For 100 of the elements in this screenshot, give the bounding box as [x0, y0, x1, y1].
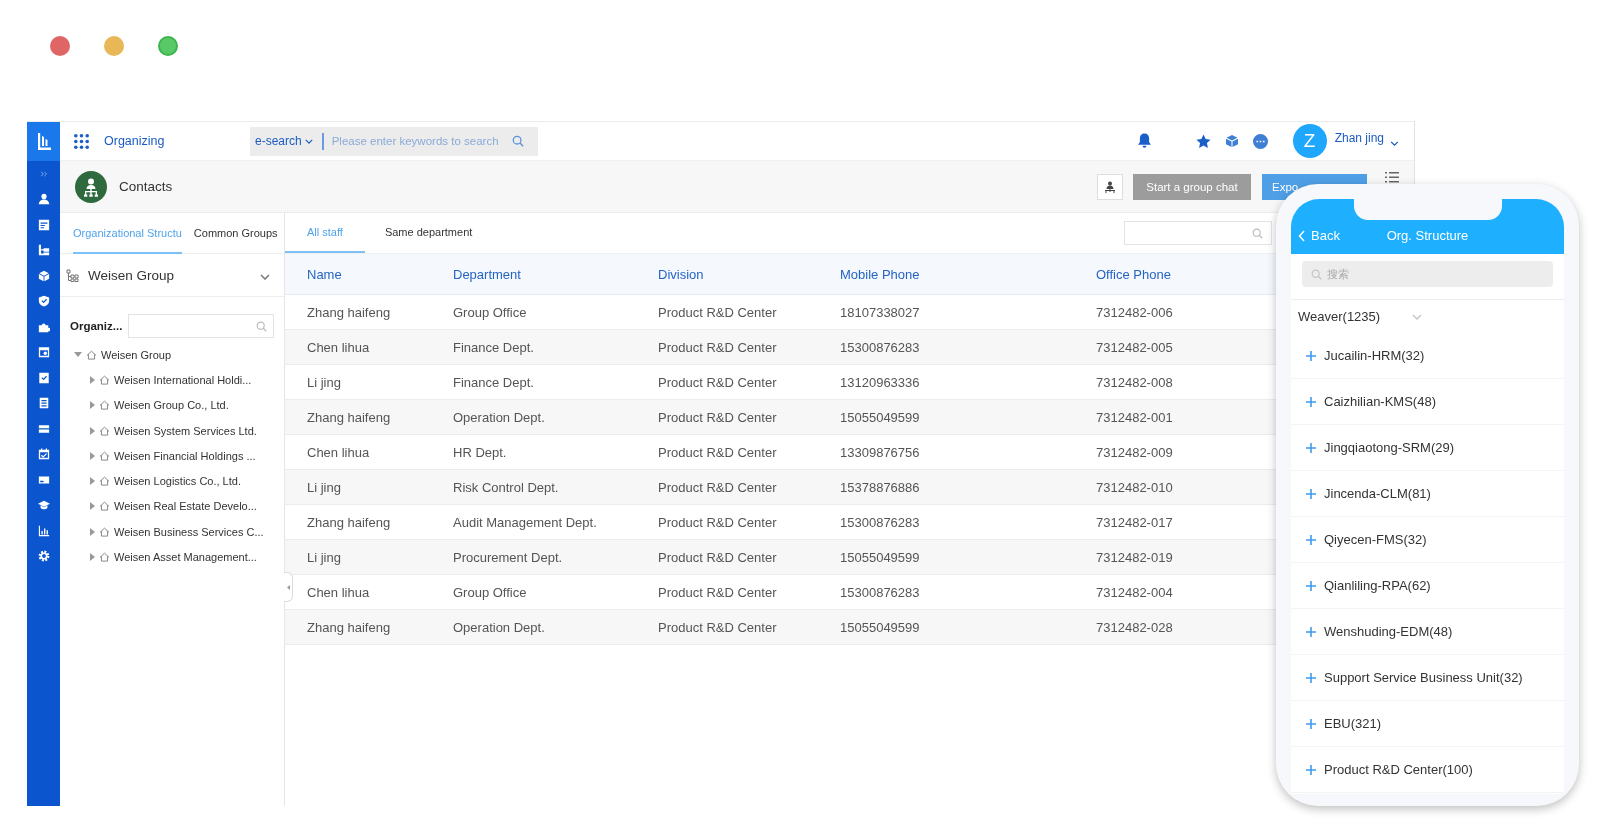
chevron-down-icon [304, 138, 313, 144]
table-cell: Product R&D Center [658, 409, 777, 425]
plus-icon [1306, 488, 1316, 499]
document-icon[interactable] [37, 397, 50, 410]
table-cell: Product R&D Center [658, 304, 777, 320]
house-icon [99, 476, 110, 487]
tree-item[interactable]: Weisen System Services Ltd. [90, 417, 284, 444]
plus-icon [1306, 718, 1316, 729]
tree-item[interactable]: Weisen Asset Management... [90, 544, 284, 570]
person-button[interactable] [1097, 173, 1123, 200]
search-bar[interactable]: e-search Please enter keywords to search [250, 126, 538, 156]
search-icon[interactable] [512, 135, 524, 147]
cube-icon[interactable] [37, 269, 50, 282]
search-field[interactable] [128, 314, 274, 338]
cube-icon[interactable] [1224, 134, 1239, 148]
search-input[interactable]: 搜索 [1327, 268, 1544, 280]
org-list-item[interactable]: Product R&D Center(100) [1291, 747, 1564, 793]
caret-right-icon[interactable] [90, 527, 95, 536]
window-close-icon[interactable] [50, 36, 70, 56]
user-name[interactable]: Zhan jing [1334, 131, 1384, 145]
table-cell: Procurement Dept. [453, 549, 563, 565]
tree-item[interactable]: Weisen Group [74, 342, 284, 368]
org-list-item[interactable]: Support Service Business Unit(32) [1291, 655, 1564, 701]
table-cell: Zhang haifeng [307, 619, 391, 635]
table-cell: 7312482-004 [1096, 584, 1173, 600]
star-icon[interactable] [1195, 133, 1211, 149]
screen-title: Org. Structure [1386, 228, 1469, 243]
table-cell: Zhang haifeng [307, 514, 391, 530]
org-list-item[interactable]: Jucailin-HRM(32) [1291, 333, 1564, 379]
caret-right-icon[interactable] [90, 401, 95, 410]
caret-right-icon[interactable] [90, 553, 95, 561]
caret-right-icon[interactable] [90, 451, 95, 460]
card-icon[interactable] [37, 422, 50, 435]
double-chevron-icon[interactable] [38, 168, 49, 179]
checklist-icon[interactable] [37, 371, 50, 384]
caret-right-icon[interactable] [90, 375, 95, 384]
tree-item[interactable]: Weisen Business Services C... [90, 519, 284, 545]
house-icon [86, 349, 97, 360]
tree-item[interactable]: Weisen Financial Holdings ... [90, 443, 284, 469]
org-list-item[interactable]: Wenshuding-EDM(48) [1291, 609, 1564, 655]
column-header: Office Phone [1096, 266, 1171, 282]
shield-icon[interactable] [37, 295, 50, 308]
org-list-item[interactable]: Jincenda-CLM(81) [1291, 471, 1564, 517]
window-maximize-icon[interactable] [158, 36, 178, 56]
tree-item[interactable]: Weisen Real Estate Develo... [90, 493, 284, 520]
caret-right-icon[interactable] [90, 477, 95, 486]
table-cell: Finance Dept. [453, 374, 534, 390]
person-icon [1104, 180, 1116, 193]
tree-item[interactable]: Weisen Logistics Co., Ltd. [90, 468, 284, 494]
table-cell: 7312482-005 [1096, 339, 1173, 355]
table-cell: Chen lihua [307, 584, 370, 600]
panel-tab[interactable]: Common Groups [193, 213, 278, 254]
graduation-cap-icon[interactable] [37, 499, 50, 512]
caret-down-icon[interactable] [74, 352, 82, 358]
caret-right-icon[interactable] [90, 502, 95, 511]
caret-right-icon[interactable] [90, 426, 95, 435]
search-scope-dropdown[interactable]: e-search [255, 134, 313, 148]
org-list-item[interactable]: Caizhilian-KMS(48) [1291, 379, 1564, 425]
org-root-item[interactable]: Weaver(1235) [1291, 300, 1564, 333]
table-cell: Operation Dept. [453, 619, 545, 635]
person-icon[interactable] [37, 193, 50, 206]
collapse-handle[interactable] [284, 572, 293, 602]
org-list-item[interactable]: Qianliling-RPA(62) [1291, 563, 1564, 609]
settings-icon[interactable] [37, 550, 50, 563]
bar-chart-icon[interactable] [37, 524, 50, 537]
table-cell: 7312482-008 [1096, 374, 1173, 390]
table-cell: 15300876283 [840, 339, 920, 355]
column-header: Division [658, 266, 704, 282]
apps-grid-icon[interactable] [74, 133, 89, 149]
form-icon[interactable] [37, 218, 50, 231]
table-cell: Finance Dept. [453, 339, 534, 355]
org-chart-icon[interactable] [37, 244, 50, 257]
house-icon [99, 552, 110, 562]
calendar-icon[interactable] [37, 346, 50, 359]
table-cell: 7312482-017 [1096, 514, 1173, 530]
org-list-item[interactable]: Jingqiaotong-SRM(29) [1291, 425, 1564, 471]
table-cell: Product R&D Center [658, 549, 777, 565]
chevron-down-icon [260, 273, 270, 280]
org-list-item[interactable]: EBU(321) [1291, 701, 1564, 747]
table-cell: Risk Control Dept. [453, 479, 559, 495]
bell-icon[interactable] [1136, 133, 1152, 149]
caret-left-icon [286, 584, 290, 590]
plus-icon [1306, 672, 1316, 683]
tree-item[interactable]: Weisen International Holdi... [90, 367, 284, 393]
table-cell: 15300876283 [840, 584, 920, 600]
tree-item[interactable]: Weisen Group Co., Ltd. [90, 392, 284, 418]
puzzle-icon[interactable] [37, 320, 50, 333]
search-field[interactable] [1124, 221, 1272, 245]
app-logo[interactable] [27, 122, 60, 161]
chevron-down-icon [1412, 313, 1423, 320]
list-icon[interactable] [1385, 172, 1399, 183]
search-field[interactable]: 搜索 [1302, 261, 1553, 287]
calendar-check-icon[interactable] [37, 448, 50, 461]
org-list-item[interactable]: Qiyecen-FMS(32) [1291, 517, 1564, 563]
table-cell: Li jing [307, 479, 341, 495]
table-cell: Li jing [307, 374, 341, 390]
content-tab[interactable]: Same department [364, 213, 495, 253]
search-input[interactable]: Please enter keywords to search [331, 135, 512, 147]
table-cell: 13120963336 [840, 374, 920, 390]
plus-icon [1306, 626, 1316, 637]
